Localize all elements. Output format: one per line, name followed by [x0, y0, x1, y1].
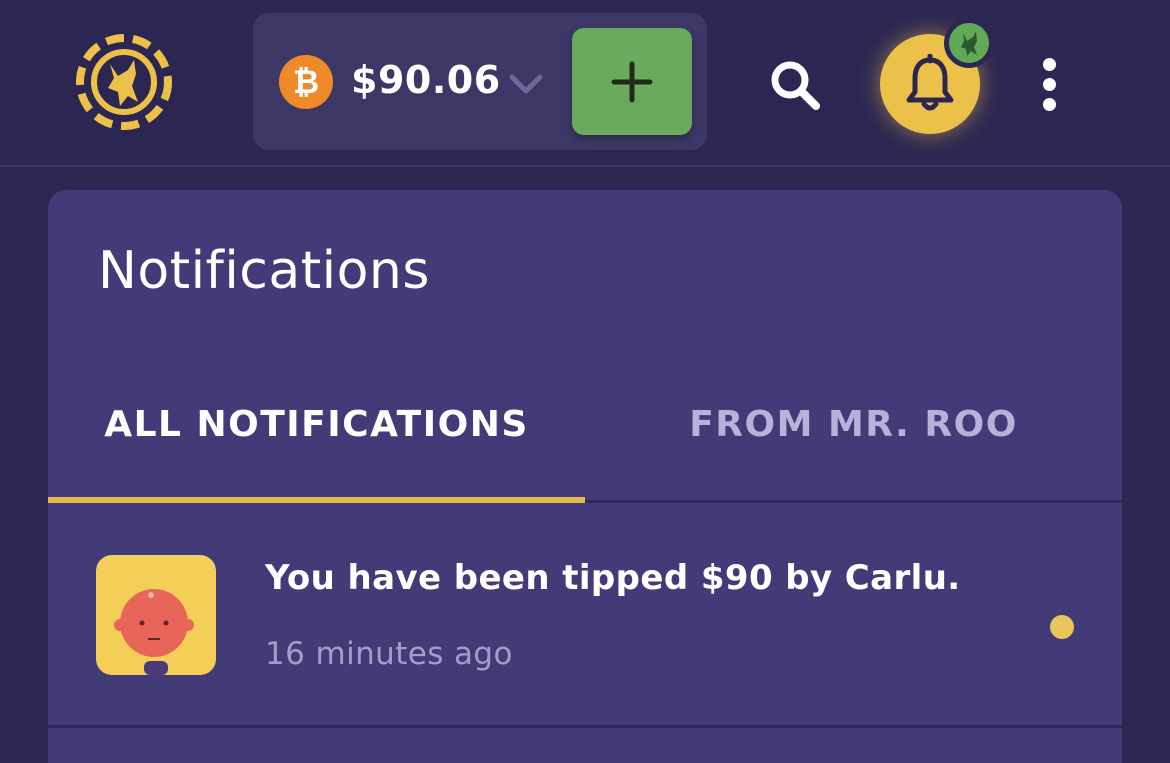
notification-item[interactable]: You have been tipped $90 by Carlu. 16 mi… [48, 503, 1122, 728]
panel-title: Notifications [98, 241, 430, 301]
wallet-balance: $90.06 [351, 58, 501, 102]
kangaroo-badge-icon [944, 18, 994, 68]
chevron-down-icon[interactable] [506, 65, 546, 105]
avatar [96, 555, 216, 675]
add-funds-button[interactable] [572, 28, 692, 135]
more-vertical-icon[interactable] [1036, 56, 1064, 112]
plus-icon [611, 61, 653, 103]
notification-message: You have been tipped $90 by Carlu. [265, 558, 961, 598]
tab-all-notifications[interactable]: ALL NOTIFICATIONS [48, 380, 585, 497]
kangaroo-chip-logo-icon[interactable] [70, 30, 178, 134]
search-icon[interactable] [766, 56, 824, 114]
top-header: ₿ $90.06 [0, 0, 1170, 167]
tab-from-mr-roo[interactable]: FROM MR. ROO [585, 380, 1122, 497]
unread-indicator [1050, 615, 1074, 639]
notification-time: 16 minutes ago [265, 636, 513, 672]
wallet-balance-selector[interactable]: ₿ $90.06 [253, 13, 707, 150]
notifications-tabs: ALL NOTIFICATIONS FROM MR. ROO [48, 380, 1122, 503]
bell-icon [906, 54, 954, 111]
bitcoin-icon: ₿ [279, 55, 333, 109]
notifications-panel: Notifications ALL NOTIFICATIONS FROM MR.… [48, 190, 1122, 763]
app-page: ₿ $90.06 Notifications ALL NOTIFICATIONS… [0, 0, 1170, 763]
